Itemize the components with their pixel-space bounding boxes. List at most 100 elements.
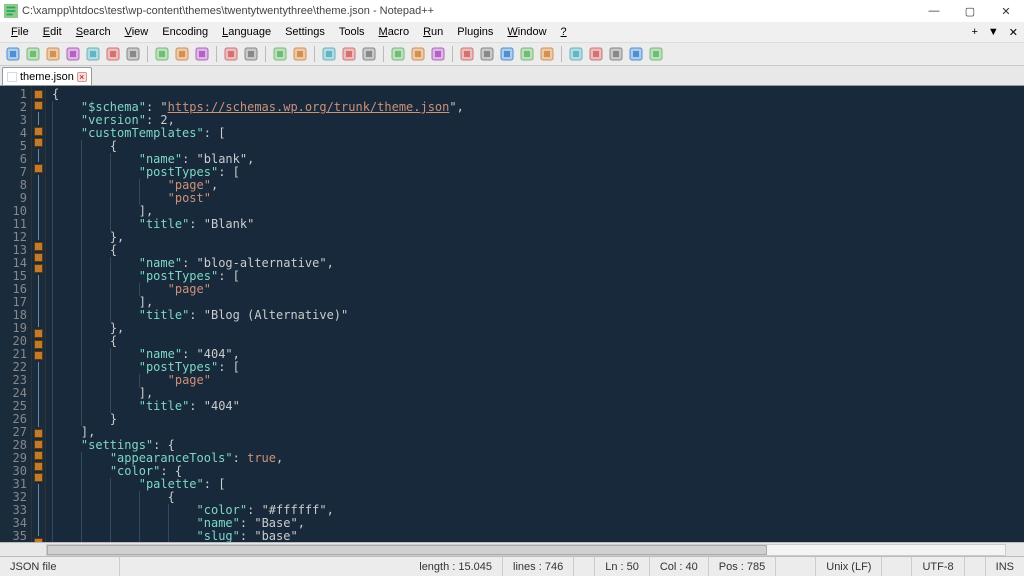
minimize-button[interactable]: — <box>916 0 952 22</box>
fold-toggle[interactable] <box>34 473 43 482</box>
print-button[interactable] <box>124 45 142 63</box>
zoom-in-button[interactable] <box>320 45 338 63</box>
code-area[interactable]: { "$schema": "https://schemas.wp.org/tru… <box>46 86 1024 542</box>
close-button[interactable]: ✕ <box>988 0 1024 22</box>
menu-settings[interactable]: Settings <box>278 24 332 40</box>
fold-toggle[interactable] <box>34 451 43 460</box>
menu-view[interactable]: View <box>118 24 156 40</box>
fold-toggle[interactable] <box>34 429 43 438</box>
fold-toggle[interactable] <box>34 242 43 251</box>
menu-encoding[interactable]: Encoding <box>155 24 215 40</box>
undo-button[interactable] <box>222 45 240 63</box>
paste-button[interactable] <box>193 45 211 63</box>
word-wrap-button[interactable] <box>389 45 407 63</box>
zoom-in-icon <box>322 47 336 61</box>
cut-button[interactable] <box>153 45 171 63</box>
stop-macro-button[interactable] <box>587 45 605 63</box>
horizontal-scrollbar[interactable] <box>0 542 1024 556</box>
fold-toggle[interactable] <box>34 253 43 262</box>
copy-button[interactable] <box>173 45 191 63</box>
status-filetype: JSON file <box>0 557 120 576</box>
new-file-button[interactable] <box>4 45 22 63</box>
save-all-button[interactable] <box>64 45 82 63</box>
cut-icon <box>155 47 169 61</box>
x-icon[interactable]: ✕ <box>1009 26 1018 39</box>
doc-map-icon <box>520 47 534 61</box>
status-encoding: UTF-8 <box>912 557 964 576</box>
fold-all-icon <box>460 47 474 61</box>
menu-file[interactable]: File <box>4 24 36 40</box>
menu-help[interactable]: ? <box>554 24 574 40</box>
play-macro-button[interactable] <box>607 45 625 63</box>
redo-icon <box>244 47 258 61</box>
fold-toggle[interactable] <box>34 164 43 173</box>
window-controls: — ▢ ✕ <box>916 0 1024 22</box>
open-file-button[interactable] <box>24 45 42 63</box>
sync-button[interactable] <box>360 45 378 63</box>
menu-tools[interactable]: Tools <box>332 24 372 40</box>
show-all-chars-button[interactable] <box>409 45 427 63</box>
scrollbar-thumb[interactable] <box>47 545 767 555</box>
fold-toggle[interactable] <box>34 351 43 360</box>
fold-toggle[interactable] <box>34 440 43 449</box>
zoom-out-icon <box>342 47 356 61</box>
find-button[interactable] <box>271 45 289 63</box>
menu-run[interactable]: Run <box>416 24 450 40</box>
fold-toggle[interactable] <box>34 90 43 99</box>
record-macro-button[interactable] <box>567 45 585 63</box>
indent-guide-button[interactable] <box>429 45 447 63</box>
triangle-down-icon[interactable]: ▼ <box>988 26 999 38</box>
func-list-icon <box>540 47 554 61</box>
menu-window[interactable]: Window <box>500 24 553 40</box>
close-button[interactable] <box>84 45 102 63</box>
folder-button[interactable] <box>498 45 516 63</box>
menu-macro[interactable]: Macro <box>372 24 417 40</box>
fold-toggle[interactable] <box>34 329 43 338</box>
print-icon <box>126 47 140 61</box>
tab-strip: theme.json × <box>0 66 1024 86</box>
play-macro-icon <box>609 47 623 61</box>
save-macro-icon <box>649 47 663 61</box>
func-list-button[interactable] <box>538 45 556 63</box>
save-macro-button[interactable] <box>647 45 665 63</box>
fold-toggle[interactable] <box>34 101 43 110</box>
status-bar: JSON file length : 15.045 lines : 746 Ln… <box>0 556 1024 576</box>
tab-close-icon[interactable]: × <box>77 72 87 82</box>
menu-language[interactable]: Language <box>215 24 278 40</box>
doc-map-button[interactable] <box>518 45 536 63</box>
fold-toggle[interactable] <box>34 340 43 349</box>
maximize-button[interactable]: ▢ <box>952 0 988 22</box>
status-lines: lines : 746 <box>503 557 574 576</box>
title-bar: C:\xampp\htdocs\test\wp-content\themes\t… <box>0 0 1024 22</box>
menu-edit[interactable]: Edit <box>36 24 69 40</box>
fold-toggle[interactable] <box>34 462 43 471</box>
fold-toggle[interactable] <box>34 264 43 273</box>
record-macro-icon <box>569 47 583 61</box>
open-file-icon <box>26 47 40 61</box>
replace-button[interactable] <box>291 45 309 63</box>
save-button[interactable] <box>44 45 62 63</box>
close-icon <box>86 47 100 61</box>
fold-toggle[interactable] <box>34 138 43 147</box>
fold-all-button[interactable] <box>458 45 476 63</box>
paste-icon <box>195 47 209 61</box>
fold-gutter[interactable] <box>32 86 46 542</box>
folder-icon <box>500 47 514 61</box>
status-ln: Ln : 50 <box>595 557 650 576</box>
editor[interactable]: 1234567891011121314151617181920212223242… <box>0 86 1024 542</box>
fold-toggle[interactable] <box>34 127 43 136</box>
menu-plugins[interactable]: Plugins <box>450 24 500 40</box>
status-col: Col : 40 <box>650 557 709 576</box>
new-file-icon <box>6 47 20 61</box>
close-all-button[interactable] <box>104 45 122 63</box>
redo-button[interactable] <box>242 45 260 63</box>
menu-search[interactable]: Search <box>69 24 118 40</box>
sync-icon <box>362 47 376 61</box>
unfold-all-button[interactable] <box>478 45 496 63</box>
play-multi-button[interactable] <box>627 45 645 63</box>
zoom-out-button[interactable] <box>340 45 358 63</box>
plus-icon[interactable]: + <box>971 26 977 38</box>
undo-icon <box>224 47 238 61</box>
tab-theme-json[interactable]: theme.json × <box>2 67 92 85</box>
close-all-icon <box>106 47 120 61</box>
